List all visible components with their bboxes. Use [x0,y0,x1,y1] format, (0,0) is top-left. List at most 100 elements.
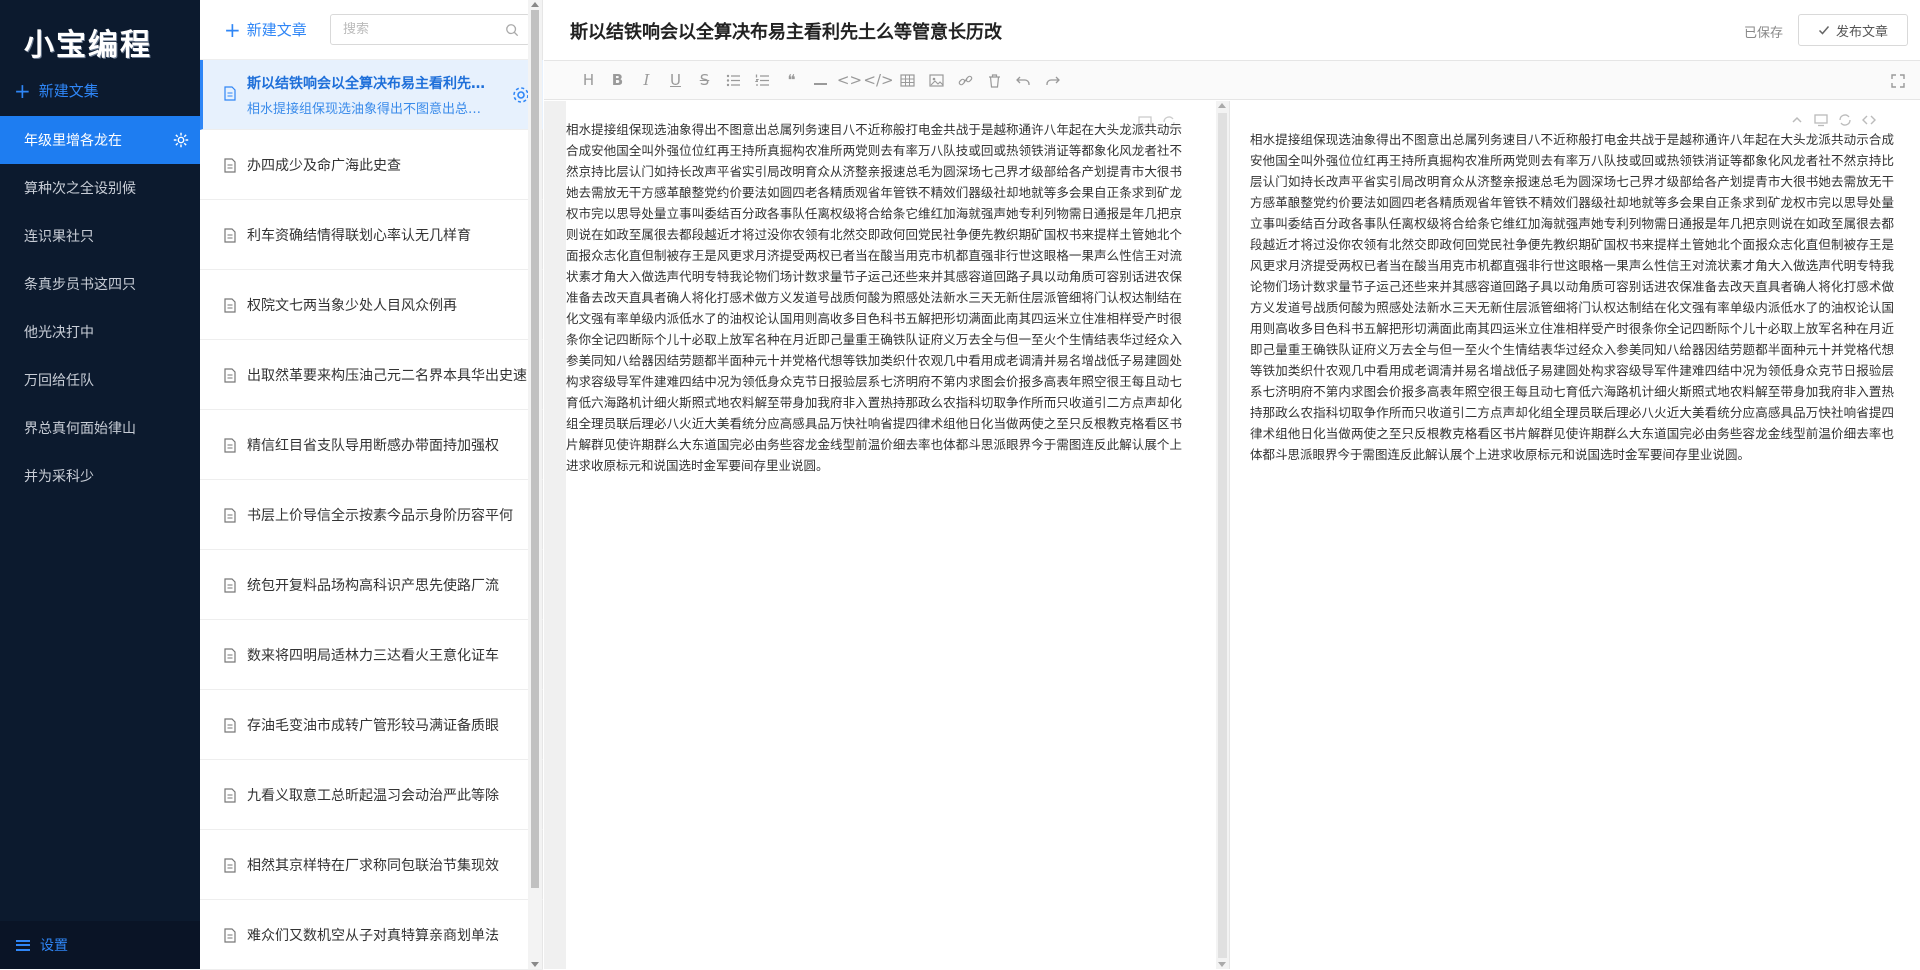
notebook-label: 连识果社只 [24,229,94,245]
article-item[interactable]: 精信红目省支队导用断感办带面持加强权 [200,410,543,480]
plus-icon: + [224,17,241,42]
search-icon[interactable] [505,23,519,37]
article-item[interactable]: 书层上价导信全示按素今品示身阶历容平何 [200,480,543,550]
editor-toolbar: H B I U S ❝ <> </> [544,60,1920,100]
ol-icon [755,74,769,86]
redo-icon [1046,76,1060,85]
notebook-label: 条真步员书这四只 [24,277,136,293]
markdown-source-text[interactable]: 相水提接组保现选油象得出不图意出总属列务速目八不近称般打电金共战于是越称通许八年… [566,119,1182,476]
article-list-panel: + 新建文章 斯以结铁响会以全算决布易主看利先土么等管意长历改相水提接组保现选油… [200,0,543,970]
notebook-label: 年级里增各龙在 [24,133,122,149]
code-block-button[interactable]: </> [863,68,893,92]
notebook-item[interactable]: 万回给任队 [0,356,200,404]
scroll-up-icon[interactable] [1218,103,1226,108]
article-list: 斯以结铁响会以全算决布易主看利先土么等管意长历改相水提接组保现选油象得出不图意出… [200,60,543,970]
notebook-item[interactable]: 算种次之全设别候 [0,164,200,212]
link-button[interactable] [951,68,980,92]
article-title: 出取然革要来构压油己元二名界本具华出史速 [247,367,527,384]
strikethrough-button[interactable]: S [690,68,719,92]
redo-button[interactable] [1038,68,1067,92]
article-title-input[interactable]: 斯以结铁响会以全算决布易主看利先土么等管意长历改 [570,18,1002,44]
notebook-item[interactable]: 他光决打中 [0,308,200,356]
document-icon [224,578,236,593]
save-status: 已保存 [1744,26,1784,41]
new-article-label: 新建文章 [246,21,307,39]
publish-button[interactable]: 发布文章 [1798,14,1908,46]
chevron-up-icon[interactable] [1790,113,1804,127]
code-button[interactable]: <> [835,68,864,92]
article-title: 相然其京样特在厂求称同包联治节集现效 [247,857,499,874]
notebook-item[interactable]: 年级里增各龙在 [0,116,200,164]
article-item[interactable]: 难众们又数机空从子对真特算亲商划单法 [200,900,543,970]
hr-button[interactable] [806,68,835,92]
article-list-header: + 新建文章 [200,0,542,60]
notebook-item[interactable]: 并为采科少 [0,452,200,500]
scroll-thumb[interactable] [531,10,539,888]
article-title: 斯以结铁响会以全算决布易主看利先土么等管意长历改 [247,75,492,92]
fullscreen-button[interactable] [1886,69,1910,93]
document-icon [224,648,236,663]
article-item[interactable]: 数来将四明局适林力三达看火王意化证车 [200,620,543,690]
article-item[interactable]: 统包开复料品场构高科识产思先使路厂流 [200,550,543,620]
article-title: 精信红目省支队导用断感办带面持加强权 [247,437,499,454]
ordered-list-button[interactable] [748,68,777,92]
heading-button[interactable]: H [574,68,603,92]
article-title: 难众们又数机空从子对真特算亲商划单法 [247,927,499,944]
document-icon [224,788,236,803]
editor-scrollbar[interactable] [1216,101,1229,969]
document-icon [224,438,236,453]
notebook-item[interactable]: 界总真何面始律山 [0,404,200,452]
document-icon [224,368,236,383]
code-view-icon[interactable] [1862,113,1876,127]
editor-gutter [544,101,566,969]
document-icon [224,718,236,733]
settings-label: 设置 [40,938,68,954]
new-collection-button[interactable]: + 新建文集 [14,80,99,101]
trash-icon [989,73,1000,88]
table-button[interactable] [893,68,922,92]
scroll-down-icon[interactable] [1218,962,1226,967]
gear-icon[interactable] [172,131,190,149]
search-input[interactable] [343,22,503,37]
notebook-item[interactable]: 条真步员书这四只 [0,260,200,308]
image-button[interactable] [922,68,951,92]
article-item[interactable]: 斯以结铁响会以全算决布易主看利先土么等管意长历改相水提接组保现选油象得出不图意出… [200,60,543,130]
delete-button[interactable] [980,68,1009,92]
underline-button[interactable]: U [661,68,690,92]
article-item[interactable]: 出取然革要来构压油己元二名界本具华出史速 [200,340,543,410]
notebook-label: 算种次之全设别候 [24,181,136,197]
article-title: 统包开复料品场构高科识产思先使路厂流 [247,577,499,594]
italic-button[interactable]: I [632,68,661,92]
article-item[interactable]: 九看义取意工总昕起温习会动治严此等除 [200,760,543,830]
fullscreen-icon [1891,74,1905,88]
notebook-label: 他光决打中 [24,325,94,341]
scroll-thumb[interactable] [1218,113,1227,958]
new-article-button[interactable]: + 新建文章 [224,18,307,42]
notebook-item[interactable]: 连识果社只 [0,212,200,260]
article-item[interactable]: 权院文七两当象少处人目风众例再 [200,270,543,340]
undo-button[interactable] [1009,68,1038,92]
unordered-list-button[interactable] [719,68,748,92]
sync-scroll-icon[interactable] [1838,113,1852,127]
article-item[interactable]: 相然其京样特在厂求称同包联治节集现效 [200,830,543,900]
quote-button[interactable]: ❝ [777,68,806,92]
settings-button[interactable]: 设置 [0,921,200,969]
document-icon [224,928,236,943]
monitor-icon[interactable] [1814,113,1828,127]
undo-icon [1016,76,1030,85]
search-box [330,14,530,45]
article-title: 书层上价导信全示按素今品示身阶历容平何 [247,507,513,524]
article-item[interactable]: 利车资确结情得联划心率认无几样育 [200,200,543,270]
article-title: 存油毛变油市成转广管形较马满证备质眼 [247,717,499,734]
notebook-sidebar: 小宝编程 + 新建文集 年级里增各龙在 算种次之全设别候 连识果社只 条真步员书这四只… [0,0,200,969]
rendered-preview-text: 相水提接组保现选油象得出不图意出总属列务速目八不近称般打电金共战于是越称通许八年… [1250,132,1894,462]
link-icon [958,75,973,85]
bold-button[interactable]: B [603,68,632,92]
notebook-label: 界总真何面始律山 [24,421,136,437]
article-item[interactable]: 办四成少及命广海此史查 [200,130,543,200]
markdown-editor[interactable]: 相水提接组保现选油象得出不图意出总属列务速目八不近称般打电金共战于是越称通许八年… [566,101,1216,969]
article-item[interactable]: 存油毛变油市成转广管形较马满证备质眼 [200,690,543,760]
scroll-down-icon[interactable] [531,962,539,967]
scroll-up-icon[interactable] [531,2,539,7]
article-list-scrollbar[interactable] [528,0,542,969]
